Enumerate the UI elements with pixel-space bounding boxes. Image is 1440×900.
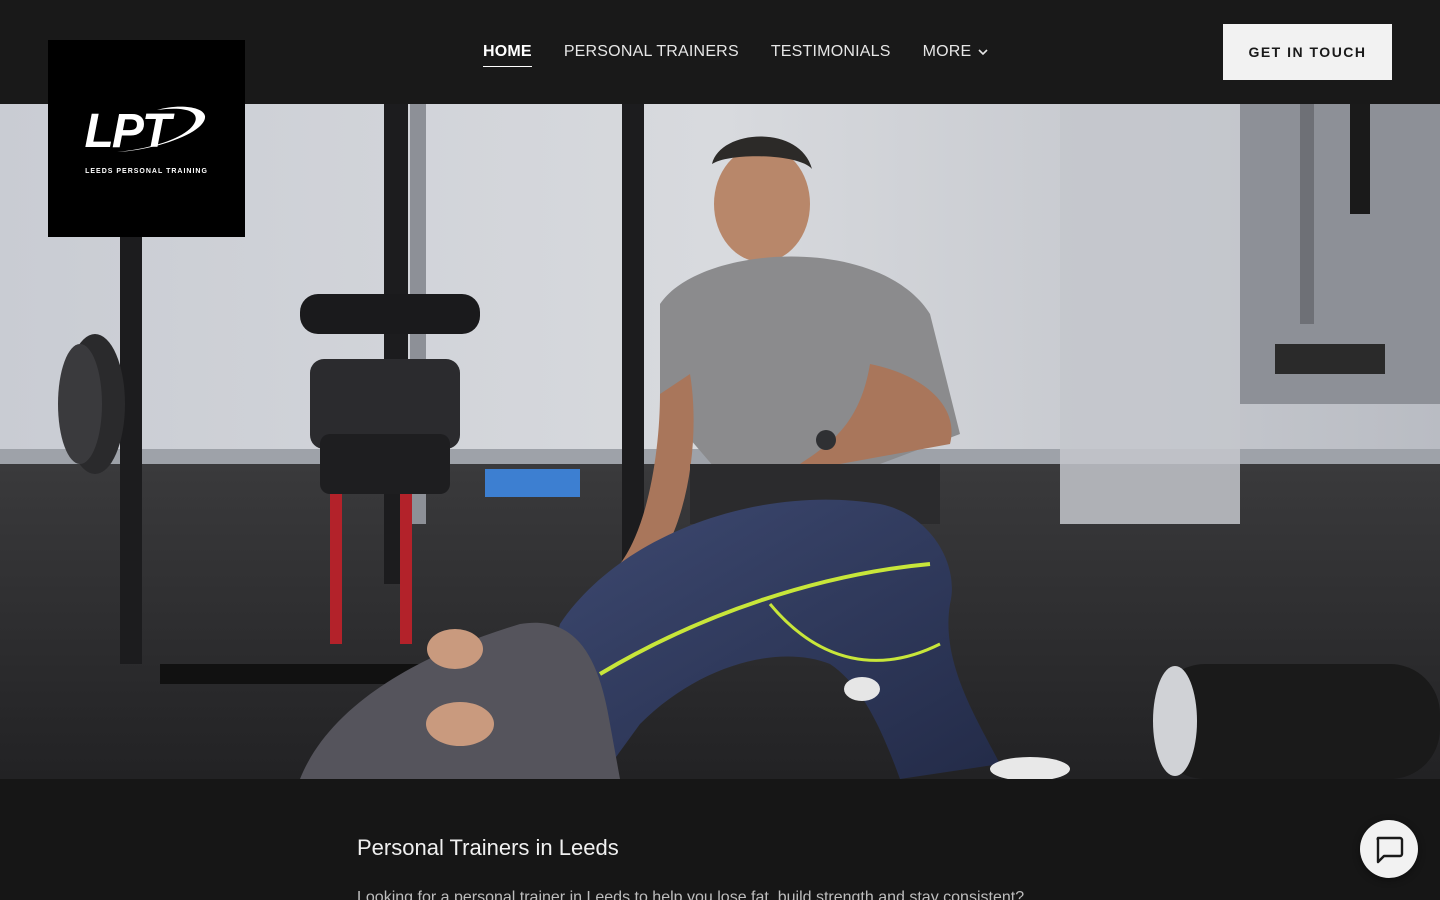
nav-item-label: PERSONAL TRAINERS bbox=[563, 43, 739, 60]
section-title: Personal Trainers in Leeds bbox=[357, 835, 619, 860]
nav-item-personal-trainers[interactable]: PERSONAL TRAINERS bbox=[564, 37, 739, 67]
nav-item-label: HOME bbox=[483, 43, 532, 60]
chat-button[interactable] bbox=[1360, 820, 1418, 878]
logo-letters: LPT bbox=[84, 105, 172, 158]
nav-item-home[interactable]: HOME bbox=[483, 37, 532, 67]
chat-bubble-icon bbox=[1376, 836, 1404, 864]
site-logo[interactable]: LPT LEEDS PERSONAL TRAINING bbox=[48, 40, 245, 237]
get-in-touch-button[interactable]: GET IN TOUCH bbox=[1223, 24, 1392, 80]
nav-item-label: MORE bbox=[922, 43, 972, 60]
section-intro-text: Looking for a personal trainer in Leeds … bbox=[357, 889, 1025, 900]
logo-mark: LPT bbox=[77, 102, 217, 172]
chevron-down-icon bbox=[978, 49, 988, 56]
nav-item-label: TESTIMONIALS bbox=[770, 43, 891, 60]
nav-item-testimonials[interactable]: TESTIMONIALS bbox=[771, 37, 891, 67]
nav-item-more[interactable]: MORE bbox=[923, 37, 990, 67]
intro-section: Personal Trainers in Leeds Looking for a… bbox=[0, 779, 1440, 900]
main-nav: HOME PERSONAL TRAINERS TESTIMONIALS MORE bbox=[483, 0, 989, 104]
